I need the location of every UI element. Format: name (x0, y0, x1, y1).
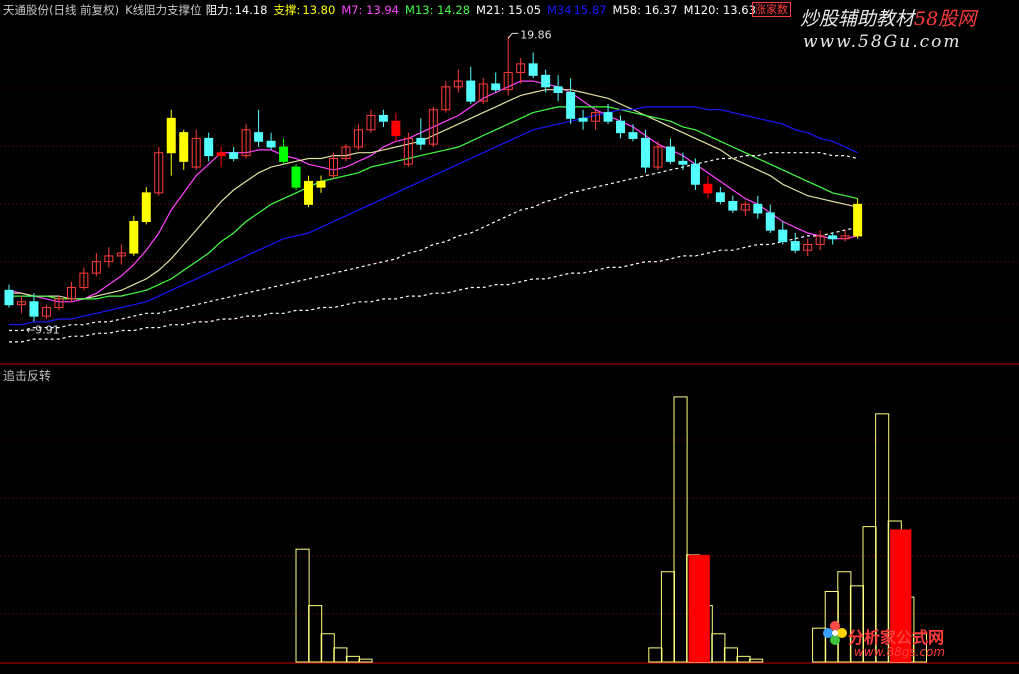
chart-svg: 19.86 ←9.91 (0, 28, 1019, 664)
candle-body-54 (678, 160, 688, 165)
candle-body-50 (628, 132, 638, 139)
watermark-88gs-url: www.88gs.com (854, 645, 946, 659)
candle-body-66 (828, 235, 838, 240)
indicator-outline-bar-23 (295, 548, 310, 663)
candle-body-17 (216, 152, 226, 157)
candle-body-56 (703, 183, 713, 194)
candle-body-11 (141, 192, 151, 223)
indicator-outline-bar-51 (648, 647, 663, 663)
annotation-low-label: ←9.91 (26, 324, 60, 337)
indicator-outline-bar-53 (673, 396, 688, 663)
candle-body-58 (728, 200, 738, 211)
annotations: 19.86 ←9.91 (26, 28, 552, 336)
candle-body-20 (254, 132, 264, 142)
ma120-value: M120: 13.63 (683, 3, 756, 17)
candle-body-39 (491, 83, 501, 91)
watermark-58gu-text: 炒股辅助教材 (800, 8, 915, 30)
indicator-outline-bar-25 (320, 633, 335, 663)
candle-body-61 (765, 212, 775, 231)
candle-body-62 (778, 229, 788, 243)
candle-body-18 (229, 152, 239, 159)
rise-count-tag[interactable]: 涨家数 (752, 2, 791, 17)
support-label: 支撑: (273, 3, 301, 17)
resistance-label: 阻力: (205, 3, 233, 17)
ma21-value: M21: 15.05 (476, 3, 542, 17)
candle-body-25 (316, 180, 326, 188)
candle-body-30 (378, 114, 388, 122)
candle-body-43 (541, 74, 551, 88)
watermark-58gu: 炒股辅助教材58股网 (800, 4, 976, 31)
stock-name[interactable]: 天通股份(日线 前复权) (3, 3, 119, 17)
sub-panel-title: 追击反转 (3, 369, 52, 383)
watermark-58gu-url: www.58Gu.com (803, 32, 962, 52)
watermark-58gu-brand: 58股网 (914, 8, 977, 30)
indicator-outline-bar-28 (358, 658, 373, 663)
candle-body-60 (753, 203, 763, 214)
candle-body-10 (129, 221, 139, 254)
candlesticks (4, 36, 863, 322)
grid (0, 87, 1019, 664)
candle-body-37 (466, 80, 476, 102)
candle-body-48 (603, 112, 613, 122)
ma34-value: 15.87 (573, 3, 607, 17)
ma13-value: M13: 14.28 (405, 3, 471, 17)
candle-body-14 (179, 132, 189, 162)
candle-body-22 (279, 146, 289, 162)
candle-body-57 (715, 192, 725, 202)
candle-body-53 (665, 146, 675, 162)
candle-body-45 (566, 92, 576, 119)
indicator-outline-bar-66 (837, 571, 852, 663)
candle-body-24 (304, 180, 314, 205)
indicator-outline-bar-59 (749, 658, 764, 663)
candle-body-2 (29, 301, 39, 317)
indicator-name[interactable]: K线阻力支撑位 (125, 3, 202, 17)
indicator-outline-bar-24 (308, 605, 323, 663)
candle-body-63 (790, 241, 800, 251)
candle-body-42 (528, 63, 538, 76)
resistance-value: 14.18 (234, 3, 268, 17)
annotation-high-label: 19.86 (520, 28, 552, 41)
ma58-value: M58: 16.37 (612, 3, 678, 17)
candle-body-23 (291, 166, 301, 188)
candle-body-21 (266, 140, 276, 148)
candle-body-0 (4, 289, 14, 306)
candle-body-49 (616, 120, 626, 134)
candle-body-31 (391, 120, 401, 137)
candle-body-55 (690, 163, 700, 185)
indicator-filled-bar-54 (688, 554, 710, 662)
indicator-outline-bar-26 (333, 647, 348, 663)
indicator-outline-bar-56 (711, 633, 726, 663)
indicator-outline-bar-52 (660, 571, 676, 663)
header-bar: 天通股份(日线 前复权) K线阻力支撑位 阻力: 14.18 支撑: 13.80 M7: 1… (3, 2, 762, 18)
candle-body-68 (853, 203, 863, 237)
indicator-outline-bar-27 (345, 655, 360, 663)
candle-body-13 (166, 117, 176, 154)
candle-body-16 (204, 137, 214, 157)
candle-body-44 (553, 86, 563, 94)
indicator-outline-bar-57 (723, 647, 739, 663)
ma7-value: M7: 13.94 (341, 3, 400, 17)
candle-body-51 (640, 137, 650, 168)
candle-body-46 (578, 117, 588, 122)
flower-logo-icon (823, 621, 847, 645)
candle-body-33 (416, 137, 426, 145)
ma34-label: M34 (547, 3, 572, 17)
support-value: 13.80 (302, 3, 336, 17)
indicator-outline-bar-58 (736, 655, 751, 663)
annotation-leader-0 (507, 32, 519, 39)
